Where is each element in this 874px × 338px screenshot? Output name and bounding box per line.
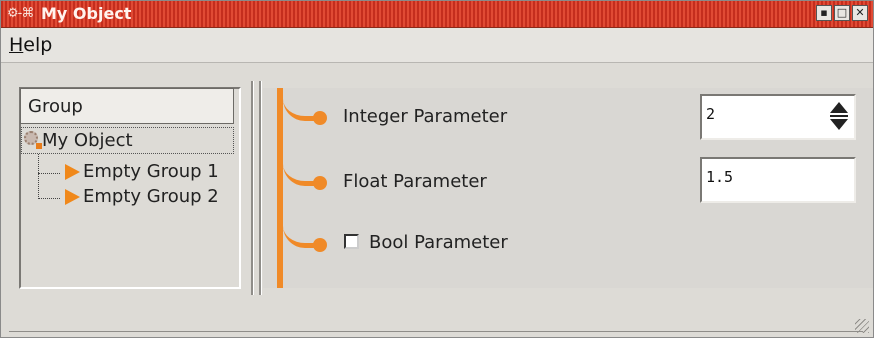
help-mnemonic: H xyxy=(9,34,24,56)
float-value: 1.5 xyxy=(706,168,734,186)
bool-parameter-label[interactable]: Bool Parameter xyxy=(369,232,508,253)
maximize-button[interactable]: □ xyxy=(834,5,850,21)
connector-knob-icon xyxy=(313,176,327,190)
minimize-button[interactable]: ▪ xyxy=(816,5,832,21)
integer-parameter-label: Integer Parameter xyxy=(343,106,508,127)
resize-grip-icon[interactable] xyxy=(855,319,869,333)
tree-item-label: Empty Group 2 xyxy=(83,186,219,207)
float-parameter-input[interactable]: 1.5 xyxy=(700,157,856,203)
close-button[interactable]: ✕ xyxy=(852,5,868,21)
parameter-connector xyxy=(283,164,331,194)
connector-knob-icon xyxy=(313,111,327,125)
spin-up-icon[interactable] xyxy=(830,102,848,113)
orange-arrow-icon xyxy=(65,189,80,205)
tree-connector xyxy=(38,154,39,199)
connector-curve xyxy=(283,226,317,248)
tree-column-header[interactable]: Group xyxy=(20,88,234,124)
pane-divider xyxy=(259,81,262,295)
tree-header-label: Group xyxy=(28,96,83,117)
integer-parameter-spinbox[interactable]: 2 xyxy=(700,94,856,140)
help-label: elp xyxy=(23,34,53,56)
tree-item-label: Empty Group 1 xyxy=(83,161,219,182)
status-bar xyxy=(9,331,863,338)
orange-arrow-icon xyxy=(65,164,80,180)
tree-item-label: My Object xyxy=(42,130,133,151)
window-title: My Object xyxy=(41,4,132,23)
tree-item-empty-group-1[interactable]: Empty Group 1 xyxy=(65,161,235,185)
connector-knob-icon xyxy=(313,238,327,252)
connector-curve xyxy=(283,164,317,186)
title-bar[interactable]: ⚙-⌘ My Object ▪ □ ✕ xyxy=(1,1,873,28)
spin-down-icon[interactable] xyxy=(830,119,848,130)
parameter-connector xyxy=(283,99,331,129)
integer-value: 2 xyxy=(706,105,716,123)
window-menu-icon[interactable]: ⚙-⌘ xyxy=(7,6,34,21)
parameter-connector xyxy=(283,226,331,256)
splitter-handle[interactable] xyxy=(251,81,254,295)
bool-parameter-checkbox[interactable] xyxy=(344,234,359,249)
tree-item-my-object[interactable]: My Object xyxy=(21,127,234,154)
main-window: ⚙-⌘ My Object ▪ □ ✕ Help Group My Object… xyxy=(0,0,874,338)
tree-item-empty-group-2[interactable]: Empty Group 2 xyxy=(65,186,235,210)
float-parameter-label: Float Parameter xyxy=(343,171,487,192)
connector-curve xyxy=(283,99,317,121)
tree-connector xyxy=(38,198,60,199)
menu-bar: Help xyxy=(1,28,873,63)
spin-buttons[interactable] xyxy=(828,100,850,134)
tree-connector xyxy=(38,173,60,174)
spin-separator xyxy=(830,115,848,117)
menu-item-help[interactable]: Help xyxy=(9,34,52,56)
